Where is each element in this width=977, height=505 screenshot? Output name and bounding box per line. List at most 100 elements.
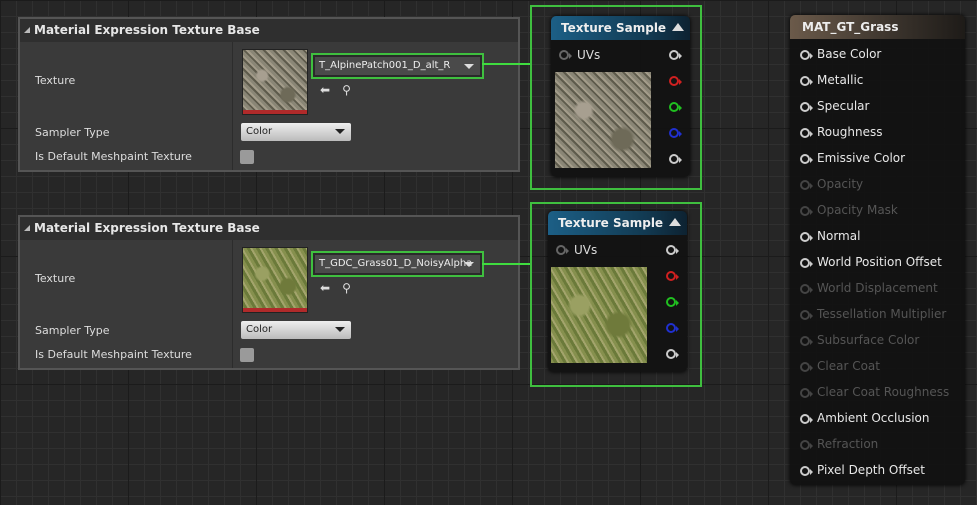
material-input-label: Subsurface Color	[817, 333, 920, 347]
texture-asset-value: T_AlpinePatch001_D_alt_R	[319, 60, 451, 71]
sampler-type-select[interactable]: Color	[241, 321, 351, 339]
material-input-row[interactable]: Opacity Mask	[800, 203, 898, 217]
input-pin-icon[interactable]	[800, 361, 813, 372]
material-input-row[interactable]: Ambient Occlusion	[800, 411, 929, 425]
browse-search-icon[interactable]: ⚲	[342, 281, 351, 295]
material-input-row[interactable]: Metallic	[800, 73, 863, 87]
input-pin-icon[interactable]	[800, 257, 813, 268]
use-selected-arrow-icon[interactable]: ⬅	[320, 83, 330, 97]
input-pin-icon[interactable]	[800, 413, 813, 424]
input-pin-icon[interactable]	[800, 179, 813, 190]
texture-base-panel: Material Expression Texture Base Texture…	[18, 215, 520, 370]
texture-wire-2	[482, 263, 530, 265]
uvs-label: UVs	[574, 243, 598, 257]
output-pin[interactable]	[669, 128, 682, 138]
material-input-label: Roughness	[817, 125, 883, 139]
texture-sample-node[interactable]: Texture Sample UVs	[551, 16, 690, 177]
material-input-row[interactable]: Clear Coat Roughness	[800, 385, 949, 399]
material-input-label: Specular	[817, 99, 870, 113]
material-node-title: MAT_GT_Grass	[790, 15, 965, 39]
texture-preview	[551, 267, 647, 363]
input-pin-icon[interactable]	[800, 153, 813, 164]
texture-sample-node[interactable]: Texture Sample UVs	[548, 211, 687, 372]
uvs-input-pin[interactable]	[559, 50, 572, 60]
chevron-down-icon	[464, 262, 474, 267]
input-pin-icon[interactable]	[800, 101, 813, 112]
input-pin-icon[interactable]	[800, 387, 813, 398]
sampler-type-value: Color	[246, 324, 273, 335]
texture-thumbnail[interactable]	[242, 247, 308, 313]
material-input-row[interactable]: World Position Offset	[800, 255, 942, 269]
input-pin-icon[interactable]	[800, 309, 813, 320]
texture-asset-picker[interactable]: T_GDC_Grass01_D_NoisyAlpha	[311, 251, 484, 277]
material-input-row[interactable]: Refraction	[800, 437, 878, 451]
texture-wire-1	[482, 63, 530, 65]
output-pin[interactable]	[666, 323, 679, 333]
material-input-row[interactable]: Specular	[800, 99, 869, 113]
input-pin-icon[interactable]	[800, 335, 813, 346]
meshpaint-checkbox[interactable]	[240, 150, 254, 164]
material-input-row[interactable]: Clear Coat	[800, 359, 880, 373]
material-input-label: Emissive Color	[817, 151, 906, 165]
output-pin[interactable]	[666, 349, 679, 359]
divider	[232, 240, 233, 368]
output-pin[interactable]	[666, 297, 679, 307]
texture-preview	[555, 72, 651, 168]
panel-title: Material Expression Texture Base	[34, 23, 260, 37]
collapse-arrow-icon[interactable]	[672, 23, 684, 31]
node-title: Texture Sample	[561, 21, 667, 35]
sampler-type-select[interactable]: Color	[241, 123, 351, 141]
material-input-label: Metallic	[817, 73, 864, 87]
material-input-label: World Position Offset	[817, 255, 942, 269]
meshpaint-checkbox[interactable]	[240, 348, 254, 362]
browse-search-icon[interactable]: ⚲	[342, 83, 351, 97]
output-pin[interactable]	[669, 102, 682, 112]
panel-header[interactable]: Material Expression Texture Base	[20, 19, 518, 42]
material-input-row[interactable]: World Displacement	[800, 281, 938, 295]
material-input-row[interactable]: Emissive Color	[800, 151, 905, 165]
input-pin-icon[interactable]	[800, 231, 813, 242]
material-input-row[interactable]: Opacity	[800, 177, 863, 191]
material-input-row[interactable]: Subsurface Color	[800, 333, 919, 347]
output-pin[interactable]	[669, 50, 682, 60]
input-pin-icon[interactable]	[800, 75, 813, 86]
chevron-down-icon	[335, 129, 345, 134]
node-title: Texture Sample	[558, 216, 664, 230]
output-pin[interactable]	[666, 245, 679, 255]
input-pin-icon[interactable]	[800, 49, 813, 60]
use-selected-arrow-icon[interactable]: ⬅	[320, 281, 330, 295]
collapse-arrow-icon[interactable]	[669, 218, 681, 226]
material-input-row[interactable]: Roughness	[800, 125, 882, 139]
material-input-label: Tessellation Multiplier	[817, 307, 947, 321]
uvs-input-pin[interactable]	[556, 245, 569, 255]
material-input-label: Opacity Mask	[817, 203, 898, 217]
material-input-row[interactable]: Base Color	[800, 47, 881, 61]
output-pin[interactable]	[666, 271, 679, 281]
material-input-label: Ambient Occlusion	[817, 411, 930, 425]
input-pin-icon[interactable]	[800, 465, 813, 476]
chevron-down-icon	[464, 64, 474, 69]
texture-asset-picker[interactable]: T_AlpinePatch001_D_alt_R	[311, 53, 484, 79]
material-input-label: Opacity	[817, 177, 864, 191]
material-input-row[interactable]: Tessellation Multiplier	[800, 307, 946, 321]
material-input-label: Normal	[817, 229, 861, 243]
input-pin-icon[interactable]	[800, 205, 813, 216]
material-result-node[interactable]: MAT_GT_Grass Base Color Metallic Specular R…	[790, 15, 965, 485]
chevron-down-icon	[335, 327, 345, 332]
uvs-label: UVs	[577, 48, 601, 62]
input-pin-icon[interactable]	[800, 283, 813, 294]
panel-header[interactable]: Material Expression Texture Base	[20, 217, 518, 240]
material-input-row[interactable]: Normal	[800, 229, 860, 243]
material-input-label: Clear Coat	[817, 359, 880, 373]
meshpaint-label: Is Default Meshpaint Texture	[35, 150, 192, 163]
material-input-label: Clear Coat Roughness	[817, 385, 950, 399]
input-pin-icon[interactable]	[800, 127, 813, 138]
output-pin[interactable]	[669, 76, 682, 86]
sampler-type-value: Color	[246, 126, 273, 137]
material-input-row[interactable]: Pixel Depth Offset	[800, 463, 925, 477]
texture-thumbnail[interactable]	[242, 49, 308, 115]
material-input-label: World Displacement	[817, 281, 938, 295]
input-pin-icon[interactable]	[800, 439, 813, 450]
output-pin[interactable]	[669, 154, 682, 164]
texture-label: Texture	[35, 74, 76, 87]
